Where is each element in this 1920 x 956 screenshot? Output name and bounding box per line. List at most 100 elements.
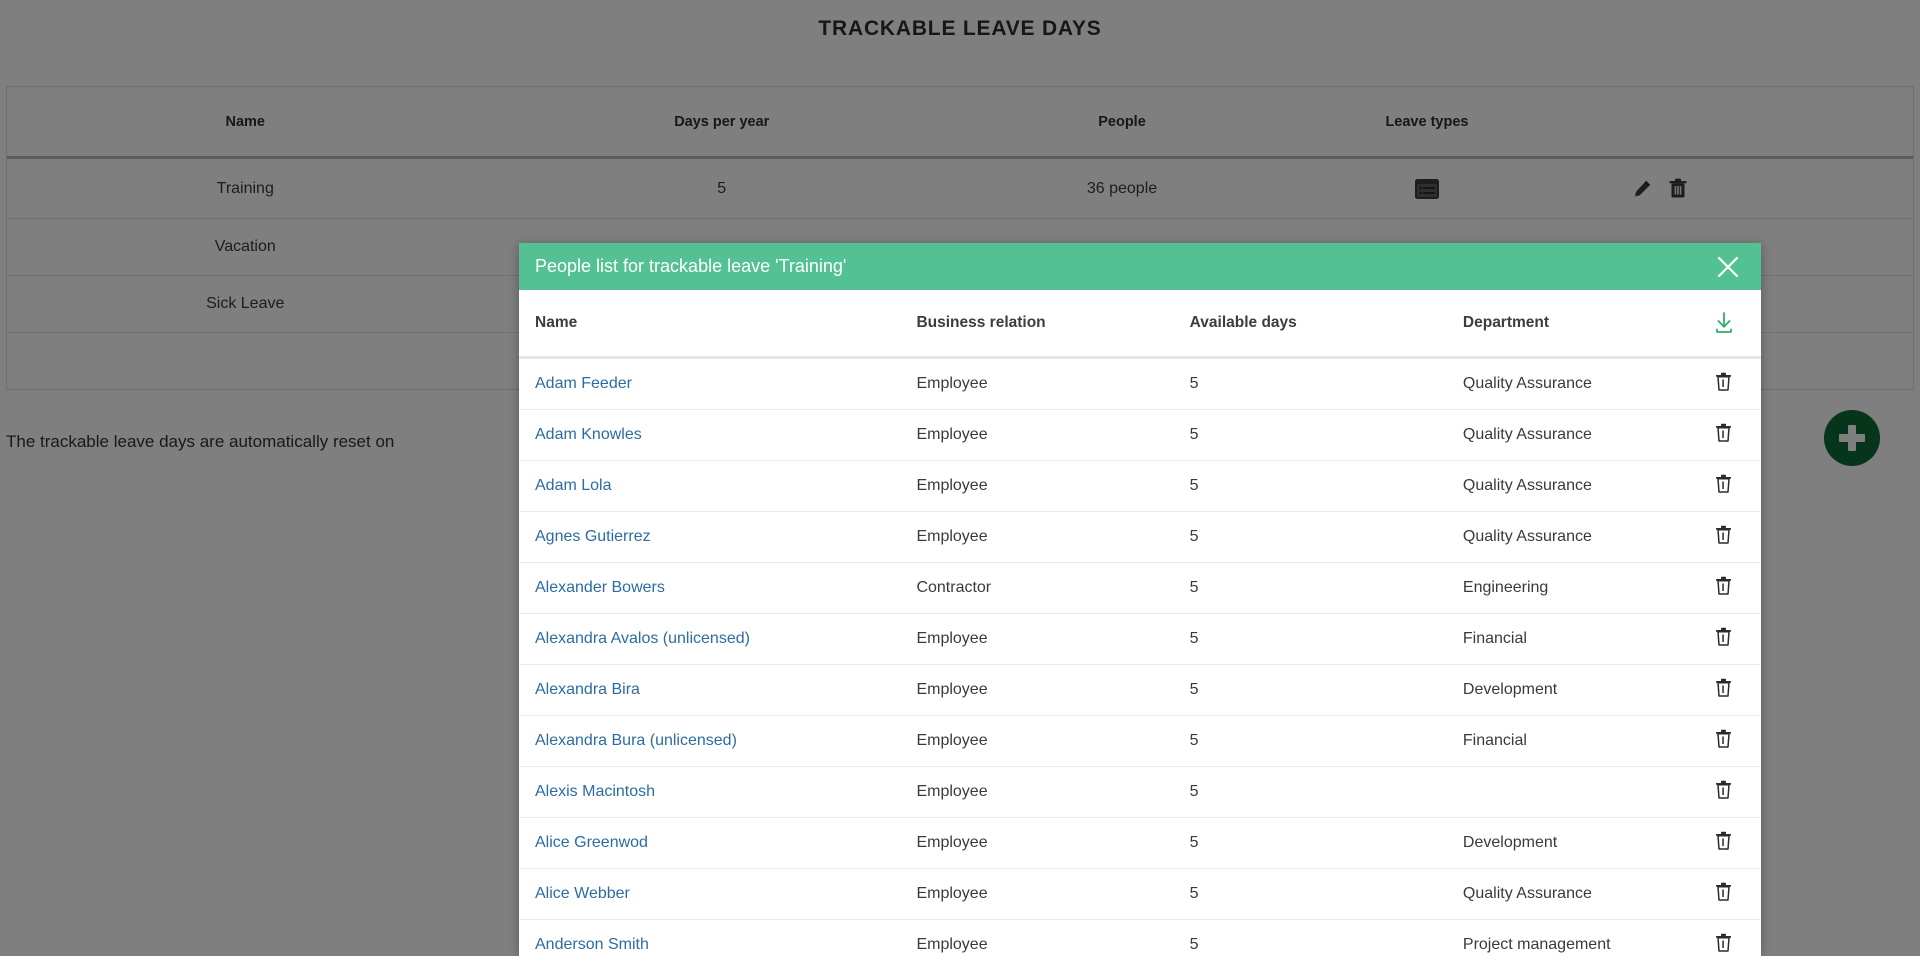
trash-icon[interactable] [1715,831,1732,854]
trash-icon[interactable] [1715,780,1732,803]
person-name-cell: Alexandra Bira [519,664,917,716]
trash-icon[interactable] [1715,678,1732,701]
column-header-business-relation: Business relation [916,290,1190,359]
person-name-cell: Alexandra Bura (unlicensed) [519,715,917,767]
delete-person-button[interactable] [1686,562,1761,614]
available-days-cell: 5 [1189,868,1463,920]
trash-icon[interactable] [1715,627,1732,650]
available-days-cell: 5 [1189,613,1463,665]
people-table-head: Name Business relation Available days De… [519,290,1761,359]
table-row[interactable]: Alice Webber Employee 5 Quality Assurance [519,868,1761,920]
department-cell: Development [1462,664,1687,716]
business-relation-cell: Employee [916,460,1190,512]
business-relation-cell: Employee [916,868,1190,920]
department-cell: Financial [1462,715,1687,767]
delete-person-button[interactable] [1686,460,1761,512]
people-list-modal: People list for trackable leave 'Trainin… [519,243,1761,956]
trash-icon[interactable] [1715,576,1732,599]
table-row[interactable]: Adam Lola Employee 5 Quality Assurance [519,460,1761,512]
trash-icon[interactable] [1715,882,1732,905]
table-row[interactable]: Adam Knowles Employee 5 Quality Assurance [519,409,1761,461]
table-row[interactable]: Agnes Gutierrez Employee 5 Quality Assuranc… [519,511,1761,563]
table-row[interactable]: Alexandra Bura (unlicensed) Employee 5 Fina… [519,715,1761,767]
available-days-cell: 5 [1189,460,1463,512]
department-cell: Project management [1462,919,1687,956]
delete-person-button[interactable] [1686,409,1761,461]
business-relation-cell: Employee [916,409,1190,461]
delete-person-button[interactable] [1686,664,1761,716]
person-link[interactable]: Alexandra Bira [535,681,640,698]
person-name-cell: Adam Feeder [519,357,917,410]
business-relation-cell: Employee [916,817,1190,869]
department-cell: Quality Assurance [1462,357,1687,410]
person-link[interactable]: Alexis Macintosh [535,783,655,800]
delete-person-button[interactable] [1686,868,1761,920]
trash-icon[interactable] [1715,423,1732,446]
people-table-body: Adam Feeder Employee 5 Quality Assurance Ada… [519,357,1761,956]
person-link[interactable]: Anderson Smith [535,936,649,953]
table-row[interactable]: Alexandra Avalos (unlicensed) Employee 5 Fi… [519,613,1761,665]
modal-body: Name Business relation Available days De… [519,290,1761,956]
table-row[interactable]: Alexis Macintosh Employee 5 [519,766,1761,818]
modal-header: People list for trackable leave 'Trainin… [519,243,1761,290]
available-days-cell: 5 [1189,919,1463,956]
person-link[interactable]: Alexander Bowers [535,579,665,596]
person-link[interactable]: Adam Feeder [535,375,632,392]
person-name-cell: Adam Lola [519,460,917,512]
business-relation-cell: Employee [916,919,1190,956]
column-header-available-days: Available days [1189,290,1463,359]
person-link[interactable]: Alexandra Avalos (unlicensed) [535,630,750,647]
trash-icon[interactable] [1715,474,1732,497]
business-relation-cell: Employee [916,664,1190,716]
person-link[interactable]: Alice Greenwod [535,834,648,851]
people-header-row: Name Business relation Available days De… [519,290,1761,359]
person-name-cell: Alexis Macintosh [519,766,917,818]
department-cell: Development [1462,817,1687,869]
delete-person-button[interactable] [1686,715,1761,767]
available-days-cell: 5 [1189,511,1463,563]
business-relation-cell: Employee [916,715,1190,767]
business-relation-cell: Employee [916,511,1190,563]
department-cell: Engineering [1462,562,1687,614]
delete-person-button[interactable] [1686,817,1761,869]
available-days-cell: 5 [1189,766,1463,818]
table-row[interactable]: Anderson Smith Employee 5 Project managemen… [519,919,1761,956]
close-icon[interactable] [1713,252,1743,282]
department-cell: Quality Assurance [1462,511,1687,563]
delete-person-button[interactable] [1686,511,1761,563]
available-days-cell: 5 [1189,817,1463,869]
delete-person-button[interactable] [1686,919,1761,956]
person-link[interactable]: Agnes Gutierrez [535,528,651,545]
delete-person-button[interactable] [1686,766,1761,818]
delete-person-button[interactable] [1686,357,1761,410]
person-name-cell: Adam Knowles [519,409,917,461]
person-name-cell: Anderson Smith [519,919,917,956]
table-row[interactable]: Alice Greenwod Employee 5 Development [519,817,1761,869]
business-relation-cell: Contractor [916,562,1190,614]
table-row[interactable]: Adam Feeder Employee 5 Quality Assurance [519,357,1761,410]
column-header-download [1686,290,1761,359]
department-cell [1462,766,1687,818]
person-name-cell: Alexandra Avalos (unlicensed) [519,613,917,665]
table-row[interactable]: Alexandra Bira Employee 5 Development [519,664,1761,716]
trash-icon[interactable] [1715,933,1732,956]
person-link[interactable]: Adam Knowles [535,426,642,443]
person-link[interactable]: Adam Lola [535,477,612,494]
delete-person-button[interactable] [1686,613,1761,665]
trash-icon[interactable] [1715,372,1732,395]
person-name-cell: Alice Webber [519,868,917,920]
person-link[interactable]: Alice Webber [535,885,630,902]
table-row[interactable]: Alexander Bowers Contractor 5 Engineering [519,562,1761,614]
available-days-cell: 5 [1189,357,1463,410]
person-name-cell: Alice Greenwod [519,817,917,869]
available-days-cell: 5 [1189,409,1463,461]
available-days-cell: 5 [1189,562,1463,614]
department-cell: Quality Assurance [1462,460,1687,512]
modal-title: People list for trackable leave 'Trainin… [535,256,847,276]
person-link[interactable]: Alexandra Bura (unlicensed) [535,732,737,749]
people-table: Name Business relation Available days De… [519,290,1761,956]
download-icon[interactable] [1711,310,1737,336]
trash-icon[interactable] [1715,729,1732,752]
business-relation-cell: Employee [916,357,1190,410]
trash-icon[interactable] [1715,525,1732,548]
